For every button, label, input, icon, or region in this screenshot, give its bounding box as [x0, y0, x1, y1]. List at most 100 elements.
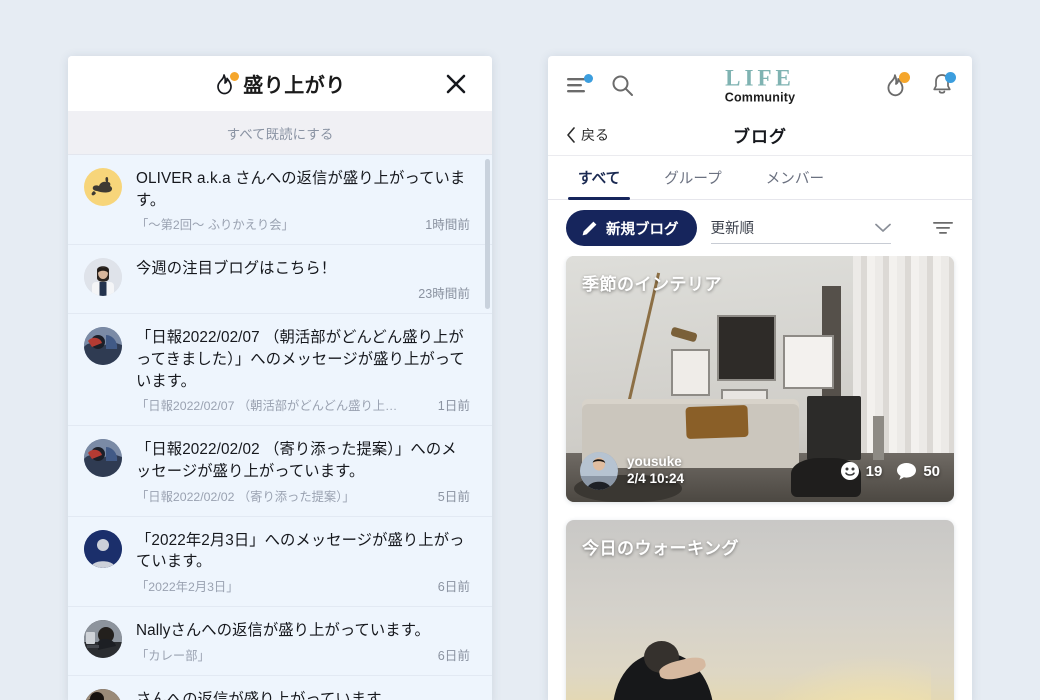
- notifications-title-group: 盛り上がり: [214, 69, 346, 98]
- notification-text: OLIVER a.k.a さんへの返信が盛り上がっています。: [136, 170, 466, 209]
- sort-dropdown[interactable]: 更新順: [710, 212, 891, 244]
- topbar-right-group: [884, 72, 956, 98]
- blog-card-date: 2/4 10:24: [627, 471, 685, 486]
- app-subbar: 戻る ブログ: [548, 114, 972, 156]
- blog-card-author: yousuke 2/4 10:24: [580, 452, 684, 490]
- notification-meta: 「2022年2月3日」 6日前: [136, 576, 470, 595]
- notification-time: 5日前: [437, 489, 470, 504]
- chevron-down-icon: [874, 223, 891, 233]
- notification-body: さんへの返信が盛り上がっています。: [136, 689, 470, 700]
- notification-item[interactable]: 「日報2022/02/02 （寄り添った提案）」へのメッセージが盛り上がっていま…: [68, 426, 492, 517]
- blog-feed[interactable]: 季節のインテリア yousuke 2/4 10:24 19 50 今日のウォーキ…: [548, 256, 972, 700]
- back-label: 戻る: [581, 126, 609, 143]
- tab-all[interactable]: すべて: [564, 156, 634, 200]
- notification-body: 今週の注目ブログはこちら！ 23時間前: [136, 258, 470, 302]
- filter-bar: 新規ブログ 更新順: [548, 200, 972, 256]
- notification-text: 「2022年2月3日」へのメッセージが盛り上がっています。: [136, 531, 465, 571]
- reaction-stat[interactable]: 19: [840, 461, 883, 481]
- notification-item[interactable]: Nallyさんへの返信が盛り上がっています。 「カレー部」 6日前: [68, 607, 492, 676]
- flame-icon[interactable]: [884, 72, 910, 98]
- notification-source: 「2022年2月3日」: [136, 580, 239, 595]
- hamburger-menu-icon[interactable]: [566, 74, 593, 95]
- notification-meta: 「日報2022/02/02 （寄り添った提案）」 5日前: [136, 486, 470, 505]
- notification-item[interactable]: 今週の注目ブログはこちら！ 23時間前: [68, 245, 492, 315]
- notification-text: 「日報2022/02/02 （寄り添った提案）」へのメッセージが盛り上がっていま…: [136, 441, 457, 481]
- reaction-count: 19: [865, 462, 883, 480]
- notification-item[interactable]: 「2022年2月3日」へのメッセージが盛り上がっています。 「2022年2月3日…: [68, 516, 492, 608]
- tab-member-label: メンバー: [765, 171, 825, 187]
- notification-time: 6日前: [437, 648, 470, 663]
- woman-avatar: [84, 258, 122, 297]
- avatar: [580, 452, 618, 490]
- notification-body: Nallyさんへの返信が盛り上がっています。 「カレー部」 6日前: [136, 620, 470, 664]
- blog-card[interactable]: 今日のウォーキング: [566, 520, 954, 700]
- blog-card[interactable]: 季節のインテリア yousuke 2/4 10:24 19 50: [566, 256, 954, 502]
- blog-card-title: 季節のインテリア: [582, 275, 722, 294]
- notification-source: 「カレー部」: [136, 648, 210, 663]
- flame-icon: [214, 71, 240, 96]
- blog-card-title: 今日のウォーキング: [582, 539, 739, 558]
- notifications-panel: 盛り上がり すべて既読にする OLIVER a.k.a さんへの返信が盛り上がっ…: [68, 56, 492, 700]
- notifications-title: 盛り上がり: [243, 75, 346, 97]
- notification-text: 「日報2022/02/07 （朝活部がどんどん盛り上がってきました）」へのメッセ…: [136, 329, 465, 390]
- notification-source: 「日報2022/02/02 （寄り添った提案）」: [136, 489, 355, 504]
- tab-group-label: グループ: [664, 171, 722, 187]
- notification-item[interactable]: さんへの返信が盛り上がっています。: [68, 675, 492, 700]
- notification-text: 今週の注目ブログはこちら！: [136, 260, 337, 278]
- notifications-scrollbar[interactable]: [485, 159, 490, 309]
- blog-card-stats: 19 50: [840, 461, 940, 481]
- notifications-header: 盛り上がり: [68, 56, 492, 111]
- blog-card-footer: yousuke 2/4 10:24 19 50: [566, 440, 954, 502]
- back-button[interactable]: 戻る: [566, 125, 609, 145]
- smiley-icon: [840, 461, 860, 481]
- tabs: すべて グループ メンバー: [548, 156, 972, 200]
- comment-stat[interactable]: 50: [896, 462, 940, 481]
- new-blog-button[interactable]: 新規ブログ: [566, 210, 697, 246]
- chevron-left-icon: [566, 126, 576, 143]
- blog-card-author-name: yousuke: [627, 454, 682, 470]
- notification-item[interactable]: 「日報2022/02/07 （朝活部がどんどん盛り上がってきました）」へのメッセ…: [68, 314, 492, 427]
- bell-badge-dot: [945, 72, 956, 83]
- night-avatar: [84, 327, 122, 366]
- notification-meta: 「〜第2回〜 ふりかえり会」 1時間前: [136, 214, 470, 233]
- desk-avatar: [84, 620, 122, 659]
- notification-meta: 「日報2022/02/07 （朝活部がどんどん盛り上… 1日前: [136, 395, 470, 414]
- notification-time: 1日前: [437, 399, 470, 414]
- notification-source: 「日報2022/02/07 （朝活部がどんどん盛り上…: [136, 399, 398, 414]
- notification-time: 6日前: [437, 580, 470, 595]
- tab-group[interactable]: グループ: [650, 156, 736, 199]
- brand-secondary-text: Community: [724, 90, 796, 105]
- notification-time: 1時間前: [425, 218, 470, 233]
- pencil-icon: [581, 220, 598, 237]
- notification-body: 「日報2022/02/07 （朝活部がどんどん盛り上がってきました）」へのメッセ…: [136, 327, 470, 414]
- menu-badge-dot: [584, 74, 593, 83]
- bell-icon[interactable]: [930, 72, 956, 98]
- brand-logo: LIFE Community: [725, 66, 796, 104]
- mark-all-read-label: すべて既読にする: [226, 126, 334, 142]
- close-icon[interactable]: [442, 70, 470, 98]
- new-blog-label: 新規ブログ: [606, 221, 679, 238]
- notification-time: 23時間前: [418, 287, 470, 302]
- filter-icon[interactable]: [932, 220, 954, 236]
- last-avatar: [84, 688, 122, 700]
- comment-icon: [896, 462, 917, 481]
- sort-value: 更新順: [710, 221, 755, 237]
- tab-member[interactable]: メンバー: [752, 156, 838, 199]
- notification-meta: 23時間前: [136, 283, 470, 302]
- screen: 盛り上がり すべて既読にする OLIVER a.k.a さんへの返信が盛り上がっ…: [0, 0, 1040, 700]
- app-panel: LIFE Community 戻る ブログ すべて グループ メンバー 新規ブロ…: [548, 56, 972, 700]
- notification-source: 「〜第2回〜 ふりかえり会」: [136, 218, 294, 233]
- notification-meta: 「カレー部」 6日前: [136, 645, 470, 664]
- rabbit-avatar: [84, 168, 122, 206]
- topbar-left-group: [566, 73, 634, 97]
- notification-body: 「2022年2月3日」へのメッセージが盛り上がっています。 「2022年2月3日…: [136, 530, 470, 595]
- blog-card-author-text: yousuke 2/4 10:24: [627, 454, 684, 488]
- brand-primary-text: LIFE: [725, 65, 795, 91]
- notification-item[interactable]: OLIVER a.k.a さんへの返信が盛り上がっています。 「〜第2回〜 ふり…: [68, 155, 492, 246]
- night-avatar: [84, 439, 122, 478]
- notification-text: さんへの返信が盛り上がっています。: [136, 690, 396, 700]
- notifications-list[interactable]: OLIVER a.k.a さんへの返信が盛り上がっています。 「〜第2回〜 ふり…: [68, 155, 492, 700]
- mark-all-read-button[interactable]: すべて既読にする: [68, 111, 492, 155]
- search-icon[interactable]: [610, 73, 634, 97]
- notification-text: Nallyさんへの返信が盛り上がっています。: [136, 622, 430, 640]
